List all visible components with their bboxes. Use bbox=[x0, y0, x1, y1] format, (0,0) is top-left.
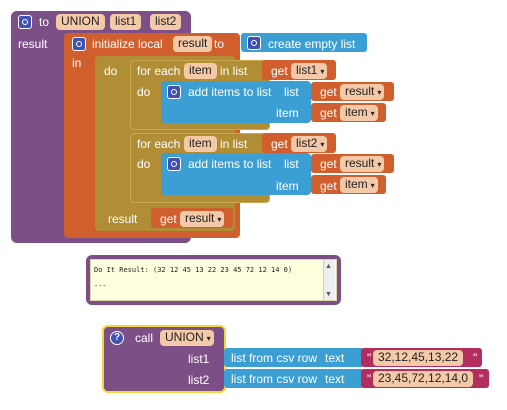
open-quote-2: " bbox=[367, 372, 372, 386]
for-each-item-var-2[interactable]: item bbox=[184, 136, 217, 152]
create-list-gear-icon[interactable] bbox=[247, 36, 261, 50]
in-label: in bbox=[72, 56, 82, 70]
get-label-list2: get bbox=[271, 137, 288, 151]
chevron-down-icon: ▾ bbox=[320, 140, 325, 149]
for-each-item-var-1[interactable]: item bbox=[184, 63, 217, 79]
do-result-label: result bbox=[108, 212, 138, 226]
chevron-down-icon: ▾ bbox=[370, 109, 375, 118]
initialize-local-label: initialize local bbox=[92, 37, 163, 51]
mutator-gear-icon[interactable] bbox=[18, 15, 32, 29]
local-var-name-field[interactable]: result bbox=[173, 36, 213, 52]
do-label-loop1: do bbox=[137, 85, 151, 99]
param-list2[interactable]: list2 bbox=[150, 14, 182, 30]
local-to-label: to bbox=[214, 37, 225, 51]
get-label-final: get bbox=[160, 212, 177, 226]
get-label-i2: get bbox=[320, 179, 337, 193]
text-value-2[interactable]: 23,45,72,12,14,0 bbox=[373, 371, 474, 387]
chevron-down-icon: ▾ bbox=[377, 160, 382, 169]
get-item-dropdown-1[interactable]: item ▾ bbox=[340, 105, 378, 121]
do-it-dashes: --- bbox=[94, 282, 107, 290]
get-item-value-1: item bbox=[345, 105, 368, 119]
for-each-label-1: for each bbox=[137, 64, 181, 78]
to-label: to bbox=[39, 15, 50, 29]
get-label-r1: get bbox=[320, 85, 337, 99]
add-items-label-1: add items to list bbox=[188, 85, 272, 99]
call-procedure-name: UNION bbox=[165, 330, 204, 344]
csv-label-1: list from csv row bbox=[231, 351, 318, 365]
get-label-list1: get bbox=[271, 64, 288, 78]
get-result-final-value: result bbox=[185, 211, 215, 225]
get-label-i1: get bbox=[320, 106, 337, 120]
chevron-down-icon: ▾ bbox=[377, 88, 382, 97]
get-list2-value: list2 bbox=[296, 136, 318, 150]
call-param-list2-label: list2 bbox=[188, 373, 210, 387]
result-label: result bbox=[18, 37, 48, 51]
scroll-down-icon[interactable]: ▼ bbox=[325, 288, 332, 302]
item-socket-label-1: item bbox=[276, 106, 299, 120]
get-result-value-1: result bbox=[345, 84, 375, 98]
get-result-value-2: result bbox=[345, 156, 375, 170]
do-label: do bbox=[104, 64, 118, 78]
call-label: call bbox=[135, 331, 154, 345]
scroll-up-icon[interactable]: ▲ bbox=[325, 260, 332, 274]
chevron-down-icon: ▾ bbox=[217, 215, 222, 224]
get-list1-dropdown[interactable]: list1 ▾ bbox=[291, 63, 328, 79]
do-label-loop2: do bbox=[137, 157, 151, 171]
get-result-final-dropdown[interactable]: result ▾ bbox=[180, 211, 225, 227]
text-value-1[interactable]: 32,12,45,13,22 bbox=[373, 350, 464, 366]
call-procedure-dropdown[interactable]: UNION ▾ bbox=[160, 330, 214, 346]
item-socket-label-2: item bbox=[276, 179, 299, 193]
local-gear-icon[interactable] bbox=[72, 37, 86, 51]
add-items-gear-icon-2[interactable] bbox=[167, 157, 181, 171]
help-icon-label: ? bbox=[114, 332, 121, 343]
close-quote-2: " bbox=[479, 372, 484, 386]
add-items-gear-icon-1[interactable] bbox=[167, 85, 181, 99]
close-quote-1: " bbox=[473, 351, 478, 365]
csv-text-label-1: text bbox=[325, 351, 345, 365]
get-item-value-2: item bbox=[345, 177, 368, 191]
procedure-name-field[interactable]: UNION bbox=[56, 14, 105, 30]
csv-text-label-2: text bbox=[325, 372, 345, 386]
in-list-label-2: in list bbox=[220, 137, 248, 151]
do-it-result-text: Do It Result: (32 12 45 13 22 23 45 72 1… bbox=[94, 266, 293, 274]
chevron-down-icon: ▾ bbox=[370, 181, 375, 190]
get-label-r2: get bbox=[320, 157, 337, 171]
open-quote-1: " bbox=[367, 351, 372, 365]
get-list2-dropdown[interactable]: list2 ▾ bbox=[291, 136, 328, 152]
get-result-dropdown-2[interactable]: result ▾ bbox=[340, 156, 385, 172]
create-empty-list-label: create empty list bbox=[268, 37, 356, 51]
chevron-down-icon: ▾ bbox=[206, 334, 211, 343]
get-list1-value: list1 bbox=[296, 63, 318, 77]
list-socket-label-1: list bbox=[284, 85, 299, 99]
list-socket-label-2: list bbox=[284, 157, 299, 171]
in-list-label-1: in list bbox=[220, 64, 248, 78]
get-item-dropdown-2[interactable]: item ▾ bbox=[340, 177, 378, 193]
param-list1[interactable]: list1 bbox=[110, 14, 142, 30]
add-items-label-2: add items to list bbox=[188, 157, 272, 171]
get-result-dropdown-1[interactable]: result ▾ bbox=[340, 84, 385, 100]
chevron-down-icon: ▾ bbox=[320, 67, 325, 76]
csv-label-2: list from csv row bbox=[231, 372, 318, 386]
for-each-label-2: for each bbox=[137, 137, 181, 151]
call-param-list1-label: list1 bbox=[188, 352, 210, 366]
